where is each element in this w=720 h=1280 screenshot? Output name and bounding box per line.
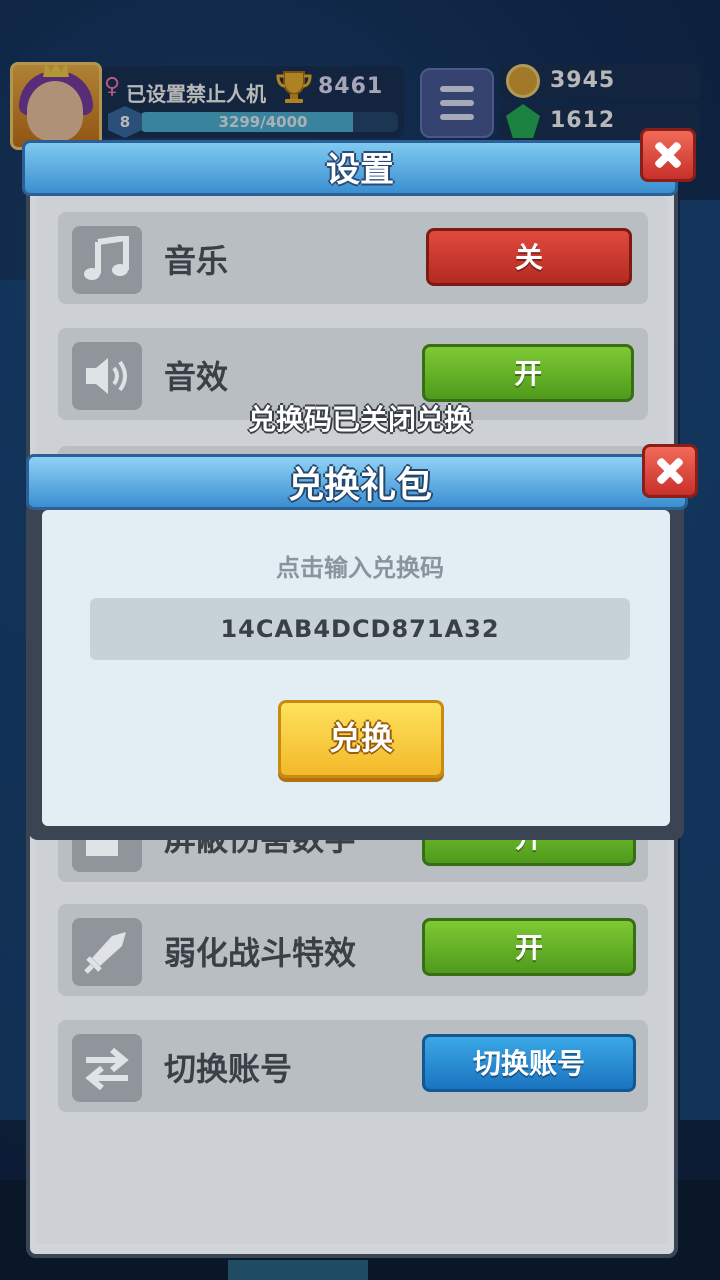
switch-arrows-icon [72, 1034, 142, 1102]
redeem-code-hint: 点击输入兑换码 [276, 554, 444, 582]
music-toggle-button[interactable]: 关 [426, 228, 632, 286]
setting-label: 音乐 [164, 242, 229, 280]
sound-effects-toggle-button[interactable]: 开 [422, 344, 634, 402]
redeem-dialog-close-button[interactable] [642, 444, 698, 498]
redeem-closed-notice: 兑换码已关闭兑换 [247, 403, 472, 436]
redeem-code-input[interactable]: 14CAB4DCD871A32 [90, 598, 630, 660]
settings-title: 设置 [326, 150, 394, 190]
redeem-dialog-title: 兑换礼包 [287, 465, 432, 506]
setting-label: 切换账号 [164, 1050, 293, 1088]
reduce-effects-toggle-button[interactable]: 开 [422, 918, 636, 976]
settings-close-button[interactable] [640, 128, 696, 182]
setting-label: 弱化战斗特效 [164, 934, 357, 972]
setting-label: 音效 [164, 358, 229, 396]
music-note-icon [72, 226, 142, 294]
sword-icon [72, 918, 142, 986]
redeem-button[interactable]: 兑换 [278, 700, 444, 778]
switch-account-button[interactable]: 切换账号 [422, 1034, 636, 1092]
